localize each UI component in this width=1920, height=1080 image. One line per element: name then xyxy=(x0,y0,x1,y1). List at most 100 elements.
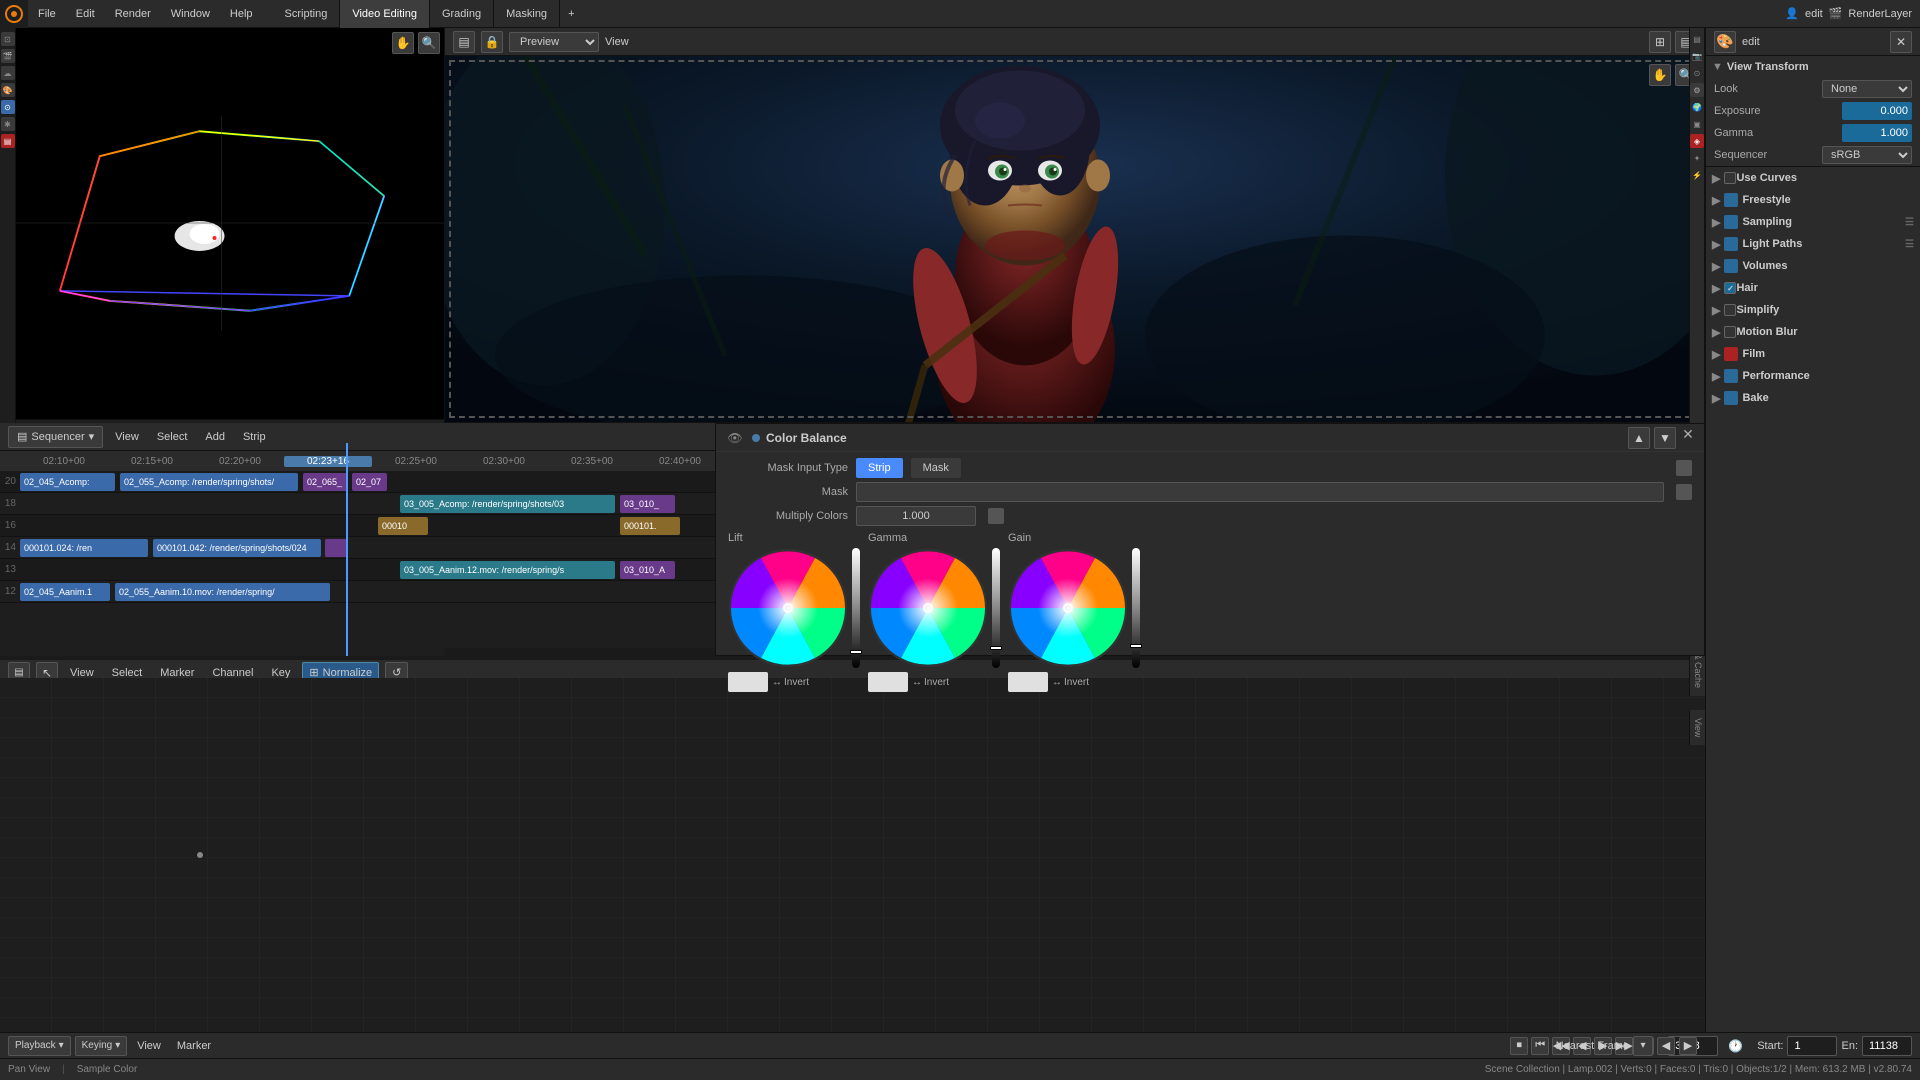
viewport-lock-icon[interactable]: 🔒 xyxy=(481,31,503,53)
gamma-color-swatch[interactable] xyxy=(868,672,908,692)
clip-00010[interactable]: 00010 xyxy=(378,517,428,535)
clip-000101[interactable]: 000101. xyxy=(620,517,680,535)
panel-icon[interactable]: 🎨 xyxy=(1714,31,1736,53)
sequencer-dropdown[interactable]: sRGB xyxy=(1822,146,1912,164)
panel-close[interactable]: ✕ xyxy=(1890,31,1912,53)
3d-viewport[interactable]: ✋ 🔍 xyxy=(0,28,444,419)
zoom-button[interactable]: 🔍 xyxy=(418,32,440,54)
lift-invert-button[interactable]: ↔ Invert xyxy=(772,677,809,688)
transport-view-menu[interactable]: View xyxy=(131,1032,167,1060)
clip-02045-aanim[interactable]: 02_045_Aanim.1 xyxy=(20,583,110,601)
toolbar-icon-6[interactable]: ✱ xyxy=(1,117,15,131)
toolbar-icon-5[interactable]: ⊙ xyxy=(1,100,15,114)
start-frame-display[interactable]: 1 xyxy=(1787,1036,1837,1056)
strip-button[interactable]: Strip xyxy=(856,458,903,478)
volumes-header[interactable]: ▶ Volumes xyxy=(1706,255,1920,277)
use-curves-checkbox[interactable] xyxy=(1724,172,1736,184)
menu-edit[interactable]: Edit xyxy=(66,0,105,28)
preview-select[interactable]: Preview xyxy=(509,32,599,52)
world-icon[interactable]: 🌍 xyxy=(1690,100,1704,114)
view-tab[interactable]: View xyxy=(1689,710,1705,745)
clip-03005-acomp[interactable]: 03_005_Acomp: /render/spring/shots/03 xyxy=(400,495,615,513)
mask-options-icon[interactable] xyxy=(1676,484,1692,500)
motion-blur-header[interactable]: ▶ Motion Blur xyxy=(1706,321,1920,343)
cb-dot-icon[interactable] xyxy=(752,434,760,442)
seq-view-menu[interactable]: View xyxy=(109,423,145,451)
light-paths-header[interactable]: ▶ Light Paths ☰ xyxy=(1706,233,1920,255)
use-curves-header[interactable]: ▶ Use Curves xyxy=(1706,167,1920,189)
clip-03010[interactable]: 03_010_ xyxy=(620,495,675,513)
clip-02045[interactable]: 02_045_Acomp: xyxy=(20,473,115,491)
menu-help[interactable]: Help xyxy=(220,0,263,28)
freestyle-header[interactable]: ▶ Freestyle xyxy=(1706,189,1920,211)
mask-input[interactable] xyxy=(856,482,1664,502)
tab-scripting[interactable]: Scripting xyxy=(273,0,341,28)
keying-menu[interactable]: Keying ▾ xyxy=(75,1036,128,1056)
gamma-input[interactable] xyxy=(1842,124,1912,142)
view-icon[interactable]: ▤ xyxy=(1690,32,1704,46)
simplify-checkbox[interactable] xyxy=(1724,304,1736,316)
object-icon[interactable]: ▣ xyxy=(1690,117,1704,131)
mask-settings-icon[interactable] xyxy=(1676,460,1692,476)
physics-icon[interactable]: ⚡ xyxy=(1690,168,1704,182)
tab-grading[interactable]: Grading xyxy=(430,0,494,28)
performance-header[interactable]: ▶ Performance xyxy=(1706,365,1920,387)
exposure-input[interactable] xyxy=(1842,102,1912,120)
seq-select-menu[interactable]: Select xyxy=(151,423,194,451)
hair-checkbox[interactable]: ✓ xyxy=(1724,282,1736,294)
cb-down-button[interactable]: ▼ xyxy=(1654,427,1676,449)
multiply-options-icon[interactable] xyxy=(988,508,1004,524)
cb-up-button[interactable]: ▲ xyxy=(1628,427,1650,449)
gain-color-wheel[interactable] xyxy=(1008,548,1128,668)
stop-button[interactable]: ⏹ xyxy=(1510,1037,1528,1055)
gamma-invert-button[interactable]: ↔ Invert xyxy=(912,677,949,688)
toolbar-icon-4[interactable]: 🎨 xyxy=(1,83,15,97)
clip-0207[interactable]: 02_07 xyxy=(352,473,387,491)
toolbar-icon-2[interactable]: 🎬 xyxy=(1,49,15,63)
gamma-color-wheel[interactable] xyxy=(868,548,988,668)
sequencer-menu-button[interactable]: ▤ Sequencer ▾ xyxy=(8,426,103,448)
clip-000101-042[interactable]: 000101.042: /render/spring/shots/024 xyxy=(153,539,321,557)
seq-add-menu[interactable]: Add xyxy=(199,423,231,451)
gain-color-swatch[interactable] xyxy=(1008,672,1048,692)
particles-icon[interactable]: ✦ xyxy=(1690,151,1704,165)
menu-window[interactable]: Window xyxy=(161,0,220,28)
clip-03005-aanim[interactable]: 03_005_Aanim.12.mov: /render/spring/s xyxy=(400,561,615,579)
toolbar-icon-3[interactable]: ☁ xyxy=(1,66,15,80)
look-dropdown[interactable]: None xyxy=(1822,80,1912,98)
toolbar-icon-1[interactable]: ⊡ xyxy=(1,32,15,46)
seq-strip-menu[interactable]: Strip xyxy=(237,423,272,451)
render-r-icon[interactable]: ⊙ xyxy=(1690,66,1704,80)
mask-button[interactable]: Mask xyxy=(911,458,961,478)
nearest-frame-dropdown[interactable]: ▾ xyxy=(1633,1036,1653,1056)
settings-icon[interactable]: ⚙ xyxy=(1690,83,1704,97)
view-transform-header[interactable]: ▼ View Transform xyxy=(1706,56,1920,78)
motion-blur-checkbox[interactable] xyxy=(1724,326,1736,338)
go-start-button[interactable]: ⏮ xyxy=(1531,1037,1549,1055)
simplify-header[interactable]: ▶ Simplify xyxy=(1706,299,1920,321)
bake-header[interactable]: ▶ Bake xyxy=(1706,387,1920,409)
menu-file[interactable]: File xyxy=(28,0,66,28)
gamma-slider[interactable] xyxy=(992,548,1000,668)
film-header[interactable]: ▶ Film xyxy=(1706,343,1920,365)
nf-left-button[interactable]: ◀ xyxy=(1657,1037,1675,1055)
lift-slider[interactable] xyxy=(852,548,860,668)
viewport-type-button[interactable]: ▤ xyxy=(453,31,475,53)
cb-close-button[interactable]: ✕ xyxy=(1680,427,1696,443)
cb-eye-icon[interactable]: 👁 xyxy=(724,427,746,449)
clip-000101-024[interactable]: 000101.024: /ren xyxy=(20,539,148,557)
transport-marker-menu[interactable]: Marker xyxy=(171,1032,217,1060)
pan-button[interactable]: ✋ xyxy=(392,32,414,54)
gain-slider[interactable] xyxy=(1132,548,1140,668)
lift-color-swatch[interactable] xyxy=(728,672,768,692)
gain-invert-button[interactable]: ↔ Invert xyxy=(1052,677,1089,688)
viewport-hand-tool[interactable]: ✋ xyxy=(1649,64,1671,86)
tab-masking[interactable]: Masking xyxy=(494,0,560,28)
sampling-header[interactable]: ▶ Sampling ☰ xyxy=(1706,211,1920,233)
nf-right-button[interactable]: ▶ xyxy=(1679,1037,1697,1055)
viewport-display-button[interactable]: ⊞ xyxy=(1649,31,1671,53)
material-icon[interactable]: ◈ xyxy=(1690,134,1704,148)
hair-header[interactable]: ▶ ✓ Hair xyxy=(1706,277,1920,299)
clip-small-purple[interactable] xyxy=(325,539,347,557)
toolbar-icon-7[interactable]: ▤ xyxy=(1,134,15,148)
